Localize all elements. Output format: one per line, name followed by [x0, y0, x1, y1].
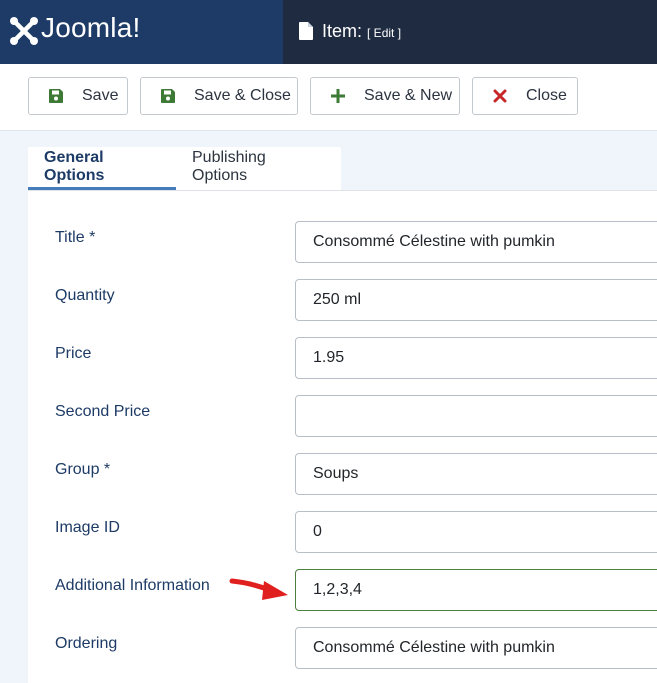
- quantity-field[interactable]: 250 ml: [295, 279, 657, 321]
- save-label: Save: [82, 87, 119, 104]
- tab-publishing-options[interactable]: Publishing Options: [176, 147, 341, 190]
- page-title: Item: [ Edit ]: [299, 19, 401, 42]
- second-price-label: Second Price: [55, 403, 151, 420]
- page-subtitle: [ Edit ]: [367, 26, 402, 40]
- document-icon: [299, 22, 313, 40]
- close-button[interactable]: Close: [472, 77, 578, 115]
- tab-general-options[interactable]: General Options: [28, 147, 176, 190]
- second-price-field[interactable]: [295, 395, 657, 437]
- floppy-disk-icon: [161, 89, 175, 103]
- annotation-arrow-icon: [229, 578, 288, 600]
- additional-information-label: Additional Information: [55, 577, 210, 594]
- brand-area[interactable]: Joomla!: [0, 0, 283, 64]
- joomla-logo-icon: [10, 17, 38, 45]
- save-and-new-button[interactable]: Save & New: [310, 77, 460, 115]
- additional-information-field[interactable]: 1,2,3,4: [295, 569, 657, 611]
- quantity-label: Quantity: [55, 287, 115, 304]
- group-label: Group *: [55, 461, 111, 478]
- title-field[interactable]: Consommé Célestine with pumkin: [295, 221, 657, 263]
- page-title-text: Item:: [322, 21, 363, 41]
- toolbar: Save Save & Close Save & New Close: [0, 64, 657, 131]
- price-field[interactable]: 1.95: [295, 337, 657, 379]
- price-label: Price: [55, 345, 92, 362]
- save-and-close-button[interactable]: Save & Close: [140, 77, 298, 115]
- image-id-label: Image ID: [55, 519, 120, 536]
- close-label: Close: [526, 87, 567, 104]
- ordering-label: Ordering: [55, 635, 118, 652]
- tab-bar: General Options Publishing Options: [28, 147, 341, 190]
- plus-icon: [331, 89, 345, 103]
- image-id-field[interactable]: 0: [295, 511, 657, 553]
- title-label: Title *: [55, 229, 96, 246]
- save-and-new-label: Save & New: [364, 87, 453, 104]
- save-and-close-label: Save & Close: [194, 87, 291, 104]
- ordering-select[interactable]: Consommé Célestine with pumkin: [295, 627, 657, 669]
- floppy-disk-icon: [49, 89, 63, 103]
- group-select[interactable]: Soups: [295, 453, 657, 495]
- save-button[interactable]: Save: [28, 77, 128, 115]
- close-icon: [493, 89, 507, 103]
- brand-name: Joomla!: [41, 12, 141, 43]
- app-header: Joomla! Item: [ Edit ]: [0, 0, 657, 64]
